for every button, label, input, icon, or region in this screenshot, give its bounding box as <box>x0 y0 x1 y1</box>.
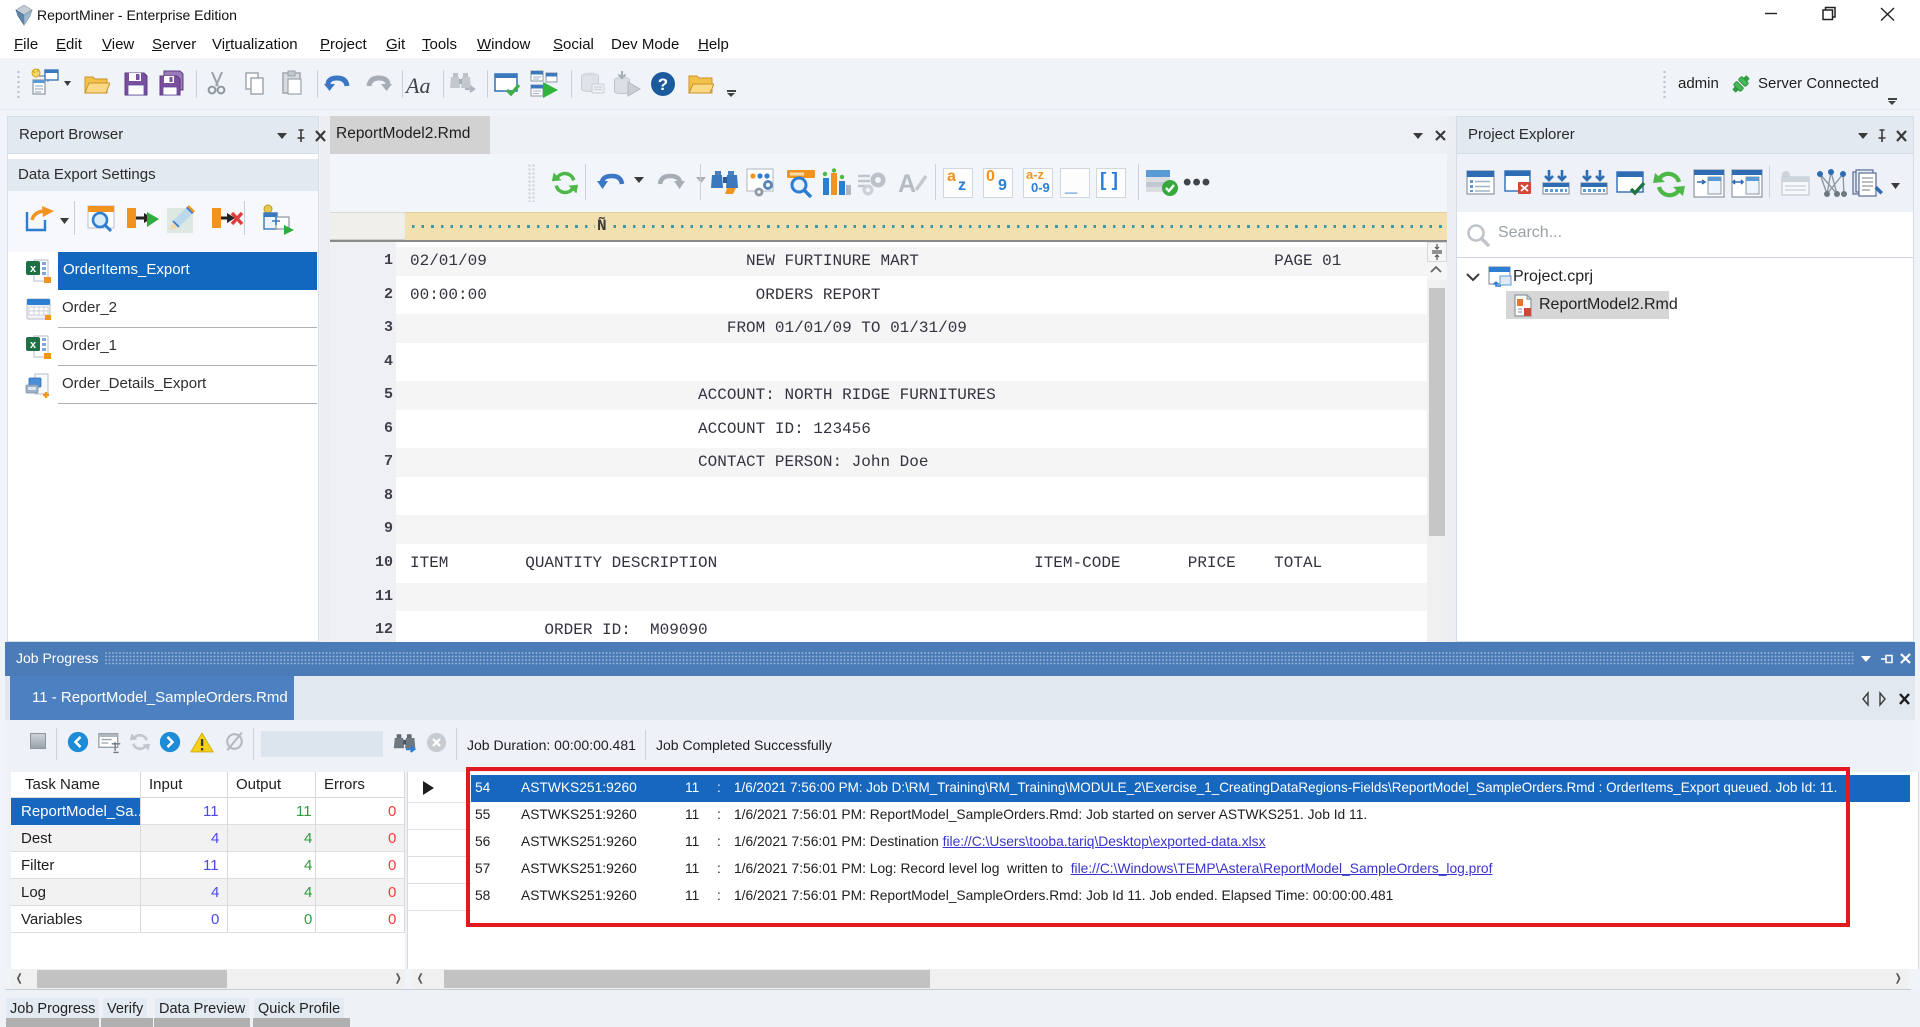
svg-text:x: x <box>30 263 37 275</box>
svg-text:x: x <box>30 339 37 351</box>
svg-text:A: A <box>898 170 916 198</box>
svg-text:?: ? <box>658 75 668 94</box>
